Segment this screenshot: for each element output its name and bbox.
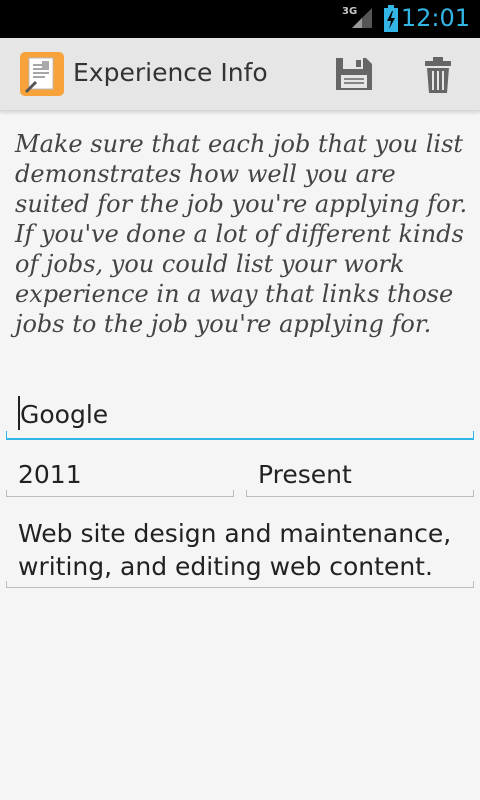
battery-charging-icon <box>384 5 398 32</box>
screen-title: Experience Info <box>73 58 268 87</box>
start-year-input[interactable]: 2011 <box>6 456 234 497</box>
delete-icon[interactable] <box>422 56 454 94</box>
end-year-value: Present <box>258 460 352 489</box>
start-year-value: 2011 <box>18 460 82 489</box>
resume-app-icon[interactable] <box>20 52 64 96</box>
signal-icon <box>352 8 372 28</box>
end-year-input[interactable]: Present <box>246 456 474 497</box>
company-value: Google <box>20 400 109 429</box>
company-input[interactable]: Google <box>6 396 474 440</box>
action-bar: Experience Info <box>0 38 480 111</box>
guidance-text: Make sure that each job that you list de… <box>15 130 468 338</box>
description-value: Web site design and maintenance, writing… <box>18 519 452 581</box>
clock: 12:01 <box>400 4 470 32</box>
description-input[interactable]: Web site design and maintenance, writing… <box>6 516 474 588</box>
status-bar: 3G 12:01 <box>0 0 480 38</box>
save-icon[interactable] <box>334 56 374 92</box>
